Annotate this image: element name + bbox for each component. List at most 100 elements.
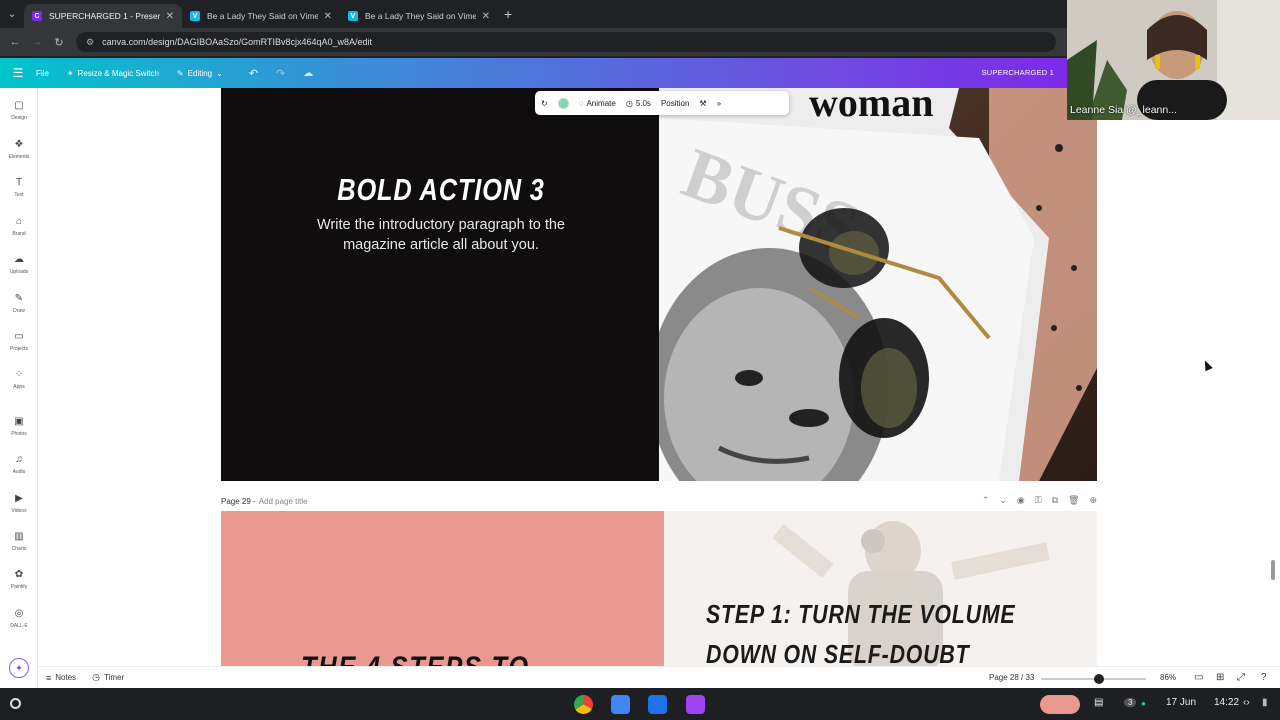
videos-icon: ▶ <box>15 493 23 504</box>
canva-app-icon[interactable] <box>686 695 705 714</box>
duration-label: 5.0s <box>635 98 651 108</box>
step-text-line2[interactable]: DOWN ON SELF-DOUBT <box>706 639 969 668</box>
magazine-photo[interactable]: woman BUSS <box>659 88 1097 481</box>
date-label[interactable]: 17 Jun <box>1166 697 1196 708</box>
brand-icon: ⌂ <box>15 216 23 227</box>
grid-view-icon[interactable]: ⊞ <box>1216 672 1224 683</box>
close-tab-icon[interactable]: ✕ <box>482 11 490 22</box>
sidebar-item-dalle[interactable]: ◎ DALL·E <box>0 608 38 629</box>
file-menu[interactable]: File <box>36 69 49 78</box>
forward-icon[interactable]: → <box>26 36 48 48</box>
add-page-icon[interactable]: ⊕ <box>1089 495 1097 506</box>
sidebar-label: Charts <box>11 546 27 552</box>
network-icon[interactable]: ‹› <box>1243 697 1250 708</box>
time-label[interactable]: 14:22 <box>1214 697 1239 708</box>
sidebar-item-elements[interactable]: ❖ Elements <box>0 139 38 160</box>
clock-icon: ◷ <box>625 98 633 108</box>
chevron-up-icon[interactable]: ⌃ <box>982 495 990 506</box>
more-options-icon[interactable]: » <box>717 99 721 108</box>
files-icon[interactable] <box>648 695 667 714</box>
close-tab-icon[interactable]: ✕ <box>166 11 174 22</box>
video-panel[interactable]: STEP 1: TURN THE VOLUME DOWN ON SELF-DOU… <box>668 511 1097 668</box>
clipboard-icon[interactable]: ▤ <box>1094 697 1103 708</box>
tab-title: SUPERCHARGED 1 - Presentati <box>49 11 160 21</box>
sidebar-item-design[interactable]: ▢ Design <box>0 100 38 121</box>
position-button[interactable]: Position <box>661 99 689 108</box>
duration-button[interactable]: ◷ 5.0s <box>626 99 651 108</box>
zoom-slider[interactable] <box>1041 674 1146 684</box>
lock-icon[interactable]: ⚿ <box>1035 495 1042 506</box>
sidebar-item-brand[interactable]: ⌂ Brand <box>0 216 38 237</box>
sidebar-item-charts[interactable]: ▥ Charts <box>0 531 38 552</box>
notes-icon: ≡ <box>46 672 52 683</box>
step-text-line1[interactable]: STEP 1: TURN THE VOLUME <box>706 599 1015 630</box>
close-tab-icon[interactable]: ✕ <box>324 11 332 22</box>
eye-icon[interactable]: ◉ <box>1017 495 1025 506</box>
sidebar-label: Uploads <box>9 269 29 275</box>
color-swatch[interactable] <box>557 97 569 109</box>
slide-title[interactable]: BOLD ACTION 3 <box>261 172 622 208</box>
menu-icon[interactable]: ☰ <box>0 66 36 80</box>
redo-icon[interactable]: ↷ <box>276 67 285 80</box>
chevron-down-icon[interactable]: ⌄ <box>999 495 1007 506</box>
docs-icon[interactable] <box>611 695 630 714</box>
slide-page-29[interactable]: THE 4 STEPS TO STEP 1: TURN THE VOLUME D… <box>221 511 1097 668</box>
chevron-down-icon: ⌄ <box>216 68 223 78</box>
reload-icon[interactable]: ↻ <box>48 36 70 49</box>
slide-body-text[interactable]: Write the introductory paragraph to the … <box>311 216 571 255</box>
slide-page-28[interactable]: BOLD ACTION 3 Write the introductory par… <box>221 88 1097 481</box>
page-indicator[interactable]: Page 28 / 33 <box>989 673 1034 682</box>
animate-button[interactable]: ◌ Animate <box>579 99 616 108</box>
paint-roller-icon[interactable]: ⚒ <box>699 99 706 108</box>
notification-badge[interactable]: 3 <box>1124 698 1137 707</box>
notes-button[interactable]: ≡ Notes <box>46 673 76 683</box>
resize-button[interactable]: ✦ Resize & Magic Switch <box>67 69 159 78</box>
sidebar-item-text[interactable]: T Text <box>0 177 38 198</box>
browser-tab-2[interactable]: V Be a Lady They Said on Vimeo ✕ <box>182 4 340 28</box>
document-title[interactable]: SUPERCHARGED 1 <box>982 68 1054 77</box>
sidebar-item-photos[interactable]: ▣ Photos <box>0 416 38 437</box>
replace-icon[interactable]: ↻ <box>541 99 548 108</box>
timer-button[interactable]: ◷ Timer <box>92 672 124 683</box>
os-taskbar: ▤ 3 ● 17 Jun 14:22 ‹› ▮ <box>0 688 1280 720</box>
slide-dark-panel[interactable]: BOLD ACTION 3 Write the introductory par… <box>221 88 659 481</box>
canvas-workspace[interactable]: BOLD ACTION 3 Write the introductory par… <box>38 88 1280 668</box>
launcher-icon[interactable] <box>10 698 21 709</box>
new-tab-button[interactable]: + <box>504 6 512 22</box>
magic-assistant-button[interactable]: ✦ <box>9 658 29 678</box>
url-bar[interactable]: ⚙ canva.com/design/DAGIBOAaSzo/GomRTIBv8… <box>76 32 1056 52</box>
tab-search-icon[interactable]: ⌄ <box>0 0 24 28</box>
browser-tab-1[interactable]: C SUPERCHARGED 1 - Presentati ✕ <box>24 4 182 28</box>
user-avatars[interactable] <box>1040 695 1080 714</box>
sidebar-item-audio[interactable]: ♫ Audio <box>0 454 38 475</box>
editor-footer: ≡ Notes ◷ Timer Page 28 / 33 86% ▭ ⊞ ⤢ ? <box>38 666 1280 688</box>
trash-icon[interactable]: 🗑 <box>1068 495 1079 506</box>
chrome-icon[interactable] <box>574 695 593 714</box>
sidebar-item-videos[interactable]: ▶ Videos <box>0 493 38 514</box>
site-info-icon[interactable]: ⚙ <box>86 37 94 48</box>
browser-tab-3[interactable]: V Be a Lady They Said on Vimeo ✕ <box>340 4 498 28</box>
duplicate-icon[interactable]: ⧉ <box>1052 495 1058 506</box>
vertical-scrollbar[interactable] <box>1271 560 1275 580</box>
webcam-overlay: Leanne Sia @_leann... <box>1067 0 1280 120</box>
zoom-slider-thumb[interactable] <box>1093 674 1104 684</box>
pages-view-icon[interactable]: ▭ <box>1194 672 1203 683</box>
add-page-title-input[interactable]: Add page title <box>259 497 308 506</box>
undo-icon[interactable]: ↶ <box>249 67 258 80</box>
pink-panel[interactable]: THE 4 STEPS TO <box>221 511 664 668</box>
sidebar-item-paintify[interactable]: ✿ Paintify <box>0 569 38 590</box>
element-toolbar: ↻ ◌ Animate ◷ 5.0s Position ⚒ » <box>535 91 789 115</box>
battery-icon[interactable]: ▮ <box>1262 697 1268 708</box>
fullscreen-icon[interactable]: ⤢ <box>1237 672 1245 683</box>
sidebar-item-draw[interactable]: ✎ Draw <box>0 293 38 314</box>
timer-label: Timer <box>104 673 125 682</box>
vimeo-icon: V <box>190 11 200 21</box>
sidebar-item-apps[interactable]: ⁘ Apps <box>0 369 38 390</box>
sidebar-item-uploads[interactable]: ☁ Uploads <box>0 254 38 275</box>
back-icon[interactable]: ← <box>4 36 26 48</box>
help-icon[interactable]: ? <box>1261 672 1267 683</box>
sidebar-item-projects[interactable]: ▭ Projects <box>0 331 38 352</box>
zoom-level[interactable]: 86% <box>1160 673 1176 682</box>
editing-mode-dropdown[interactable]: ✎ Editing ⌄ <box>177 69 223 78</box>
cloud-save-icon[interactable]: ☁ <box>303 68 313 79</box>
